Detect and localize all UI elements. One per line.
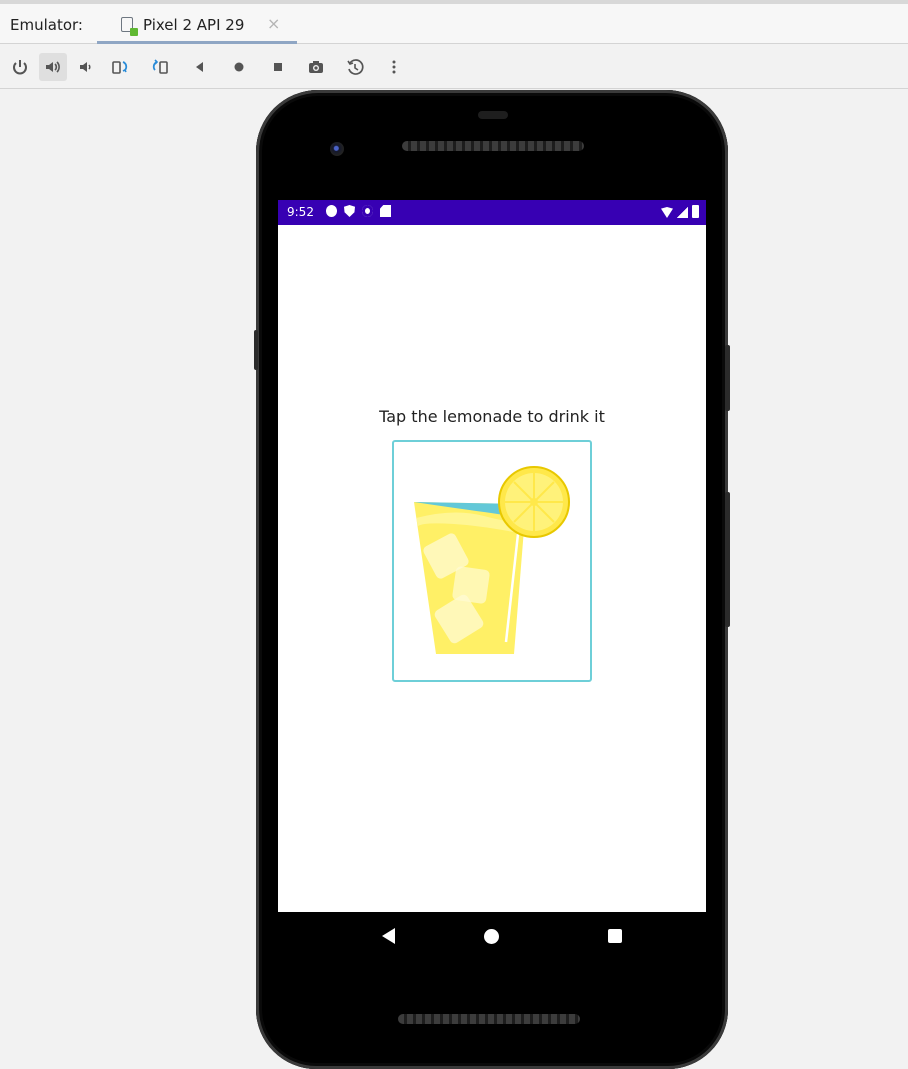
emulator-label: Emulator:: [10, 16, 83, 34]
emulator-tabbar: Emulator: Pixel 2 API 29 ×: [0, 4, 908, 44]
status-notification-icons: [326, 205, 391, 217]
home-icon[interactable]: [225, 53, 253, 81]
status-time: 9:52: [287, 205, 314, 219]
system-navigation-bar: [278, 912, 706, 960]
bottom-speaker-grill: [398, 1014, 580, 1024]
screenshot-icon[interactable]: [302, 53, 330, 81]
device-screen[interactable]: 9:52 Tap the lemonade to drink it: [278, 200, 706, 912]
left-side-edge: [254, 330, 258, 370]
top-speaker-grill: [402, 141, 584, 151]
data-saver-notification-icon: [362, 205, 373, 217]
settings-notification-icon: [326, 205, 337, 217]
more-icon[interactable]: [380, 53, 408, 81]
device-icon: [121, 17, 138, 36]
wifi-icon: [661, 207, 673, 218]
back-icon[interactable]: [186, 53, 214, 81]
cell-signal-icon: [677, 207, 688, 218]
sd-card-notification-icon: [380, 205, 391, 217]
instruction-text: Tap the lemonade to drink it: [379, 407, 605, 426]
volume-side-button: [725, 492, 730, 627]
nav-back-icon[interactable]: [382, 928, 395, 944]
lemonade-image-button[interactable]: [392, 440, 592, 682]
shield-notification-icon: [344, 205, 355, 217]
emulated-phone-frame: 9:52 Tap the lemonade to drink it: [254, 90, 730, 1069]
volume-up-icon[interactable]: [39, 53, 67, 81]
battery-icon: [692, 205, 699, 218]
volume-down-icon[interactable]: [72, 53, 100, 81]
tab-title: Pixel 2 API 29: [143, 16, 245, 34]
power-icon[interactable]: [6, 53, 34, 81]
nav-home-icon[interactable]: [484, 929, 499, 944]
lemonade-glass-icon: [414, 466, 570, 654]
nav-recents-icon[interactable]: [608, 929, 622, 943]
tab-pixel-2-api-29[interactable]: Pixel 2 API 29 ×: [97, 4, 297, 44]
tab-close-icon[interactable]: ×: [267, 14, 280, 33]
emulator-toolbar: [0, 45, 908, 89]
rotate-left-icon[interactable]: [106, 53, 134, 81]
overview-icon[interactable]: [264, 53, 292, 81]
status-bar: 9:52: [278, 200, 706, 225]
front-camera-icon: [330, 142, 344, 156]
rotate-right-icon[interactable]: [146, 53, 174, 81]
earpiece: [478, 111, 508, 119]
status-system-icons: [661, 205, 699, 218]
power-side-button: [725, 345, 730, 411]
snapshot-icon[interactable]: [341, 53, 369, 81]
